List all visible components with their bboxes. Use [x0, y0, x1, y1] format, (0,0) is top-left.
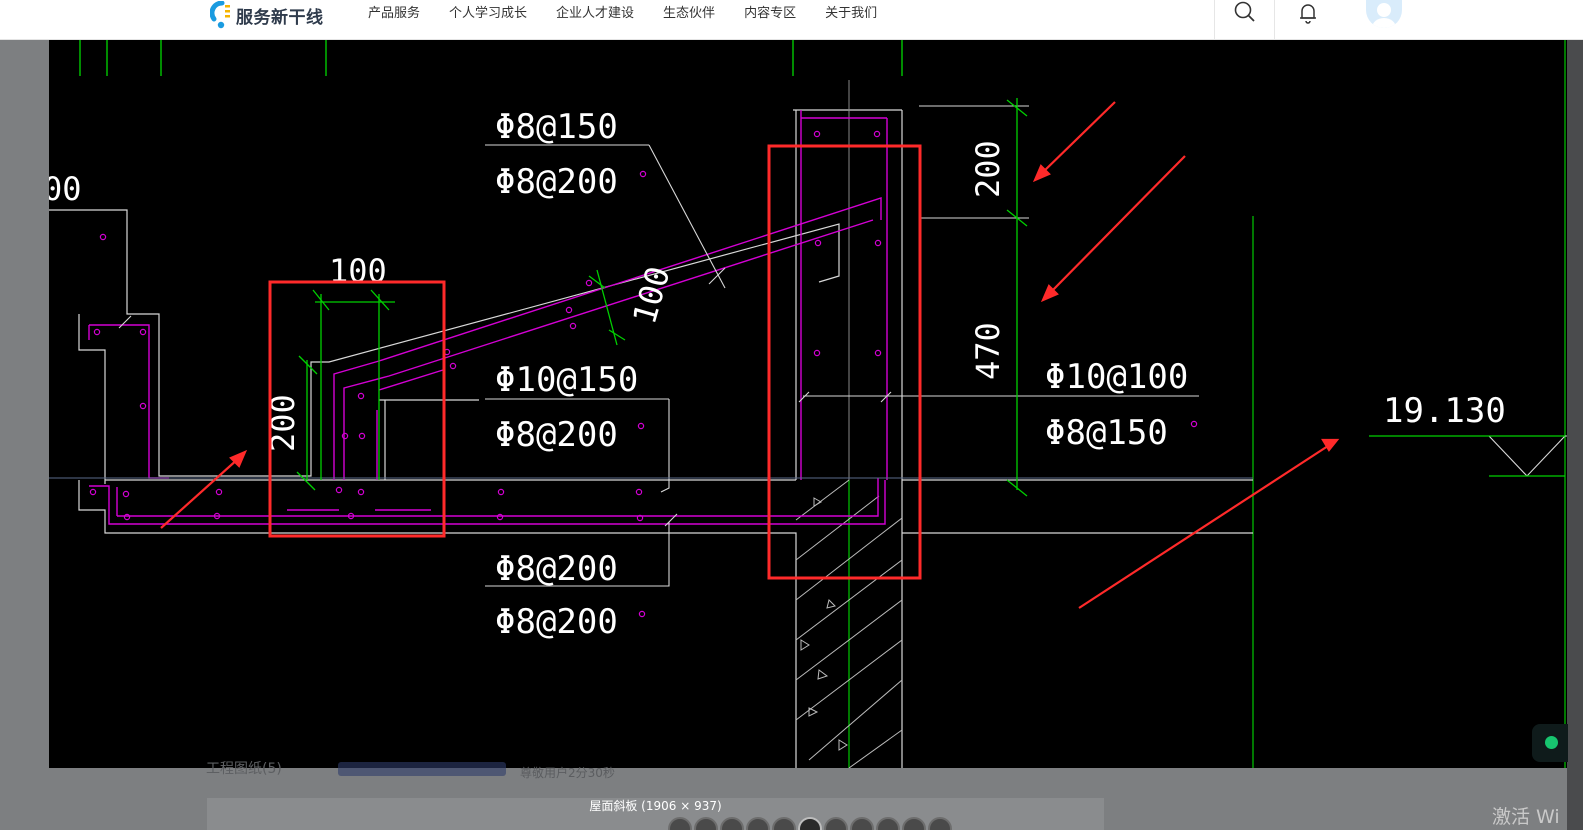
avatar[interactable] [1366, 0, 1402, 28]
rebar-label: Φ10@150 [495, 360, 638, 400]
nav-products[interactable]: 产品服务 [368, 2, 420, 21]
nav-enterprise-talent[interactable]: 企业人才建设 [556, 2, 634, 21]
thumbnail[interactable] [720, 817, 744, 830]
logo-mark-icon [209, 0, 232, 29]
thumbnail[interactable] [850, 817, 874, 830]
windows-activation-watermark: 激活 Wi [1492, 806, 1560, 828]
dimension-label: 00 [49, 170, 82, 208]
rebar-label: Φ10@100 [1045, 357, 1188, 397]
top-navigation: 服务新干线 产品服务 个人学习成长 企业人才建设 生态伙伴 内容专区 关于我们 [0, 0, 1583, 40]
brand-name: 服务新干线 [236, 7, 324, 28]
rebar-label: Φ8@200 [495, 162, 618, 202]
thumbnail-strip [668, 817, 954, 830]
online-service-button[interactable] [1532, 724, 1568, 762]
background-text: 工程图纸(5) [206, 761, 282, 777]
cad-drawing: Φ8@150 Φ8@200 Φ10@150 Φ8@200 Φ8@200 Φ8@2… [49, 40, 1567, 768]
online-status-icon [1545, 736, 1558, 749]
rebar-label: Φ8@150 [495, 107, 618, 147]
nav-personal-learning[interactable]: 个人学习成长 [449, 2, 527, 21]
rebar-label: Φ8@150 [1045, 413, 1168, 453]
thumbnail[interactable] [668, 817, 692, 830]
thumbnail[interactable] [876, 817, 900, 830]
thumbnail-active[interactable] [798, 817, 822, 830]
highlight-box-right [767, 144, 922, 580]
nav-divider [1214, 0, 1215, 40]
thumbnail[interactable] [746, 817, 770, 830]
brand-logo[interactable]: 服务新干线 [209, 0, 324, 30]
thumbnail[interactable] [824, 817, 848, 830]
image-viewer[interactable]: Φ8@150 Φ8@200 Φ10@150 Φ8@200 Φ8@200 Φ8@2… [49, 40, 1567, 768]
rebar-label: Φ8@200 [495, 415, 618, 455]
nav-about-us[interactable]: 关于我们 [825, 2, 877, 21]
thumbnail[interactable] [694, 817, 718, 830]
nav-divider [1274, 0, 1275, 40]
page-scroll-strip [1567, 40, 1583, 830]
nav-content-zone[interactable]: 内容专区 [744, 2, 796, 21]
elevation-label: 19.130 [1383, 391, 1506, 431]
dimension-label: 100 [625, 262, 677, 328]
dimension-label: 200 [969, 140, 1007, 198]
rebar-label: Φ8@200 [495, 602, 618, 642]
thumbnail[interactable] [928, 817, 952, 830]
bell-icon[interactable] [1293, 0, 1323, 26]
dimension-label: 470 [969, 322, 1007, 380]
rebar-label: Φ8@200 [495, 549, 618, 589]
image-caption-bar: 屋面斜板 (1906 × 937) [207, 798, 1104, 830]
search-icon[interactable] [1230, 0, 1260, 26]
background-text: 尊敬用户2分30秒 [520, 766, 615, 780]
dimension-label: 100 [329, 252, 387, 290]
thumbnail[interactable] [772, 817, 796, 830]
background-banner-logo [338, 758, 506, 778]
nav-ecosystem[interactable]: 生态伙伴 [663, 2, 715, 21]
image-caption: 屋面斜板 (1906 × 937) [589, 799, 722, 813]
thumbnail[interactable] [902, 817, 926, 830]
main-nav: 产品服务 个人学习成长 企业人才建设 生态伙伴 内容专区 关于我们 [368, 2, 906, 21]
